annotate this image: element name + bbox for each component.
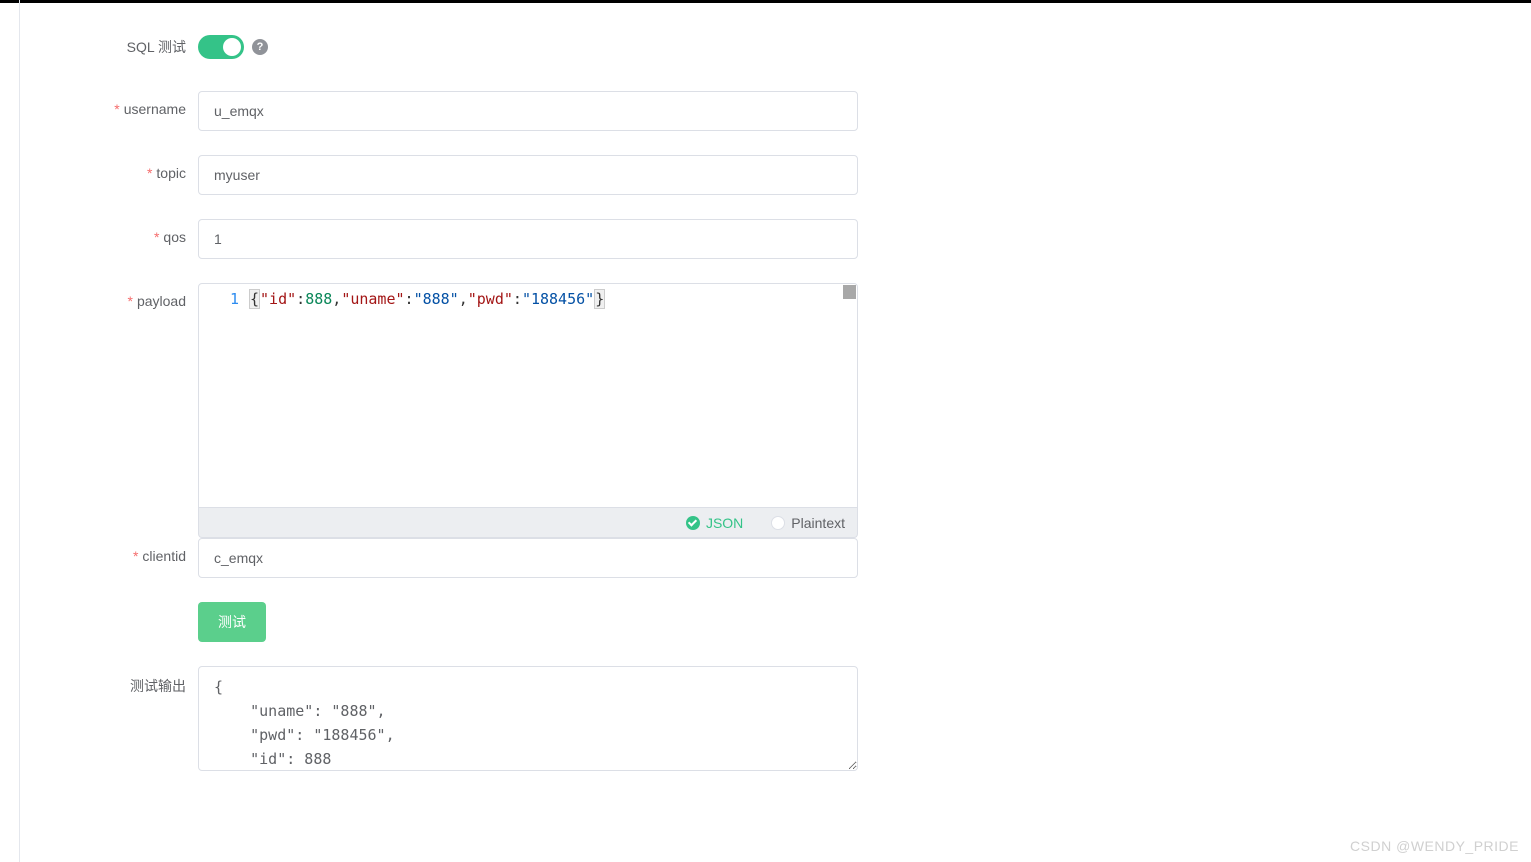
payload-label: *payload (0, 283, 198, 309)
required-asterisk: * (154, 229, 159, 245)
output-row: 测试输出 (0, 666, 1000, 774)
username-label: *username (0, 91, 198, 117)
sql-test-row: SQL 测试 ? (0, 35, 1000, 59)
sql-test-toggle[interactable] (198, 35, 244, 59)
empty-label (0, 602, 198, 612)
scroll-indicator (843, 285, 856, 299)
qos-label: *qos (0, 219, 198, 245)
test-button-control: 测试 (198, 602, 858, 642)
clientid-label: *clientid (0, 538, 198, 564)
output-textarea[interactable] (198, 666, 858, 771)
test-button[interactable]: 测试 (198, 602, 266, 642)
format-bar: JSON Plaintext (198, 508, 858, 538)
required-asterisk: * (133, 548, 138, 564)
plaintext-label: Plaintext (791, 515, 845, 531)
username-control (198, 91, 858, 131)
radio-inactive-icon (771, 516, 785, 530)
payload-row: *payload 1 {"id":888,"uname":"888","pwd"… (0, 283, 1000, 538)
topic-control (198, 155, 858, 195)
topic-input[interactable] (198, 155, 858, 195)
radio-active-icon (686, 516, 700, 530)
required-asterisk: * (114, 101, 119, 117)
qos-row: *qos (0, 219, 1000, 259)
code-content[interactable]: {"id":888,"uname":"888","pwd":"188456"} (247, 284, 857, 507)
code-gutter: 1 (199, 284, 247, 507)
test-button-row: 测试 (0, 602, 1000, 642)
required-asterisk: * (128, 293, 133, 309)
clientid-input[interactable] (198, 538, 858, 578)
topic-label: *topic (0, 155, 198, 181)
output-label: 测试输出 (0, 666, 198, 696)
payload-editor[interactable]: 1 {"id":888,"uname":"888","pwd":"188456"… (198, 283, 858, 508)
clientid-row: *clientid (0, 538, 1000, 578)
watermark: CSDN @WENDY_PRIDE (1350, 838, 1519, 854)
username-row: *username (0, 91, 1000, 131)
sql-test-label: SQL 测试 (0, 37, 198, 57)
qos-control (198, 219, 858, 259)
form-container: SQL 测试 ? *username *topic *qos *payload (0, 5, 1000, 818)
output-control (198, 666, 858, 774)
top-border (0, 0, 1531, 3)
qos-input[interactable] (198, 219, 858, 259)
required-asterisk: * (147, 165, 152, 181)
clientid-control (198, 538, 858, 578)
help-icon[interactable]: ? (252, 39, 268, 55)
topic-row: *topic (0, 155, 1000, 195)
json-label: JSON (706, 515, 743, 531)
line-number: 1 (230, 290, 239, 308)
username-input[interactable] (198, 91, 858, 131)
format-json-option[interactable]: JSON (686, 515, 743, 531)
format-plaintext-option[interactable]: Plaintext (771, 515, 845, 531)
side-border (19, 0, 20, 862)
payload-control: 1 {"id":888,"uname":"888","pwd":"188456"… (198, 283, 858, 538)
